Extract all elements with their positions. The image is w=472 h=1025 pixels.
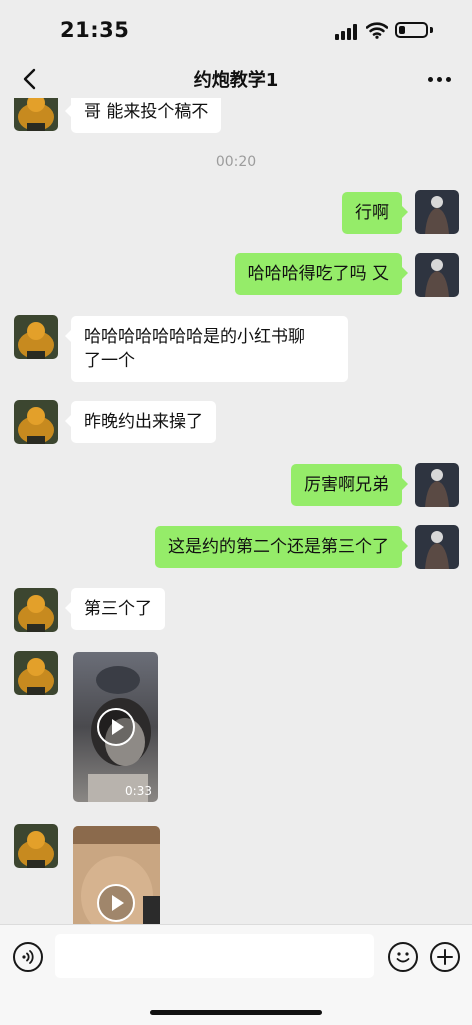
message-bubble-outgoing[interactable]: 这是约的第二个还是第三个了 bbox=[155, 526, 408, 568]
cellular-signal-icon bbox=[335, 24, 359, 40]
chevron-left-icon[interactable] bbox=[18, 66, 44, 92]
avatar-contact[interactable] bbox=[14, 651, 58, 695]
battery-icon bbox=[395, 22, 428, 38]
avatar-self[interactable] bbox=[415, 253, 459, 297]
status-time: 21:35 bbox=[60, 18, 130, 42]
emoji-icon[interactable] bbox=[388, 942, 418, 972]
video-duration: 0:33 bbox=[125, 784, 152, 798]
avatar-contact[interactable] bbox=[14, 98, 58, 131]
chat-title: 约炮教学1 bbox=[193, 70, 279, 91]
status-bar: 21:35 bbox=[0, 0, 472, 60]
home-indicator bbox=[150, 1010, 322, 1015]
wifi-icon bbox=[366, 22, 388, 39]
avatar-self[interactable] bbox=[415, 525, 459, 569]
message-bubble-outgoing[interactable]: 行啊 bbox=[342, 192, 408, 234]
message-list[interactable]: 哥 能来投个稿不 00:20 行啊 哈哈哈得吃了吗 又 哈哈哈哈哈哈哈是的小红书… bbox=[0, 98, 472, 924]
avatar-contact[interactable] bbox=[14, 588, 58, 632]
more-dots-icon[interactable] bbox=[423, 66, 455, 92]
avatar-contact[interactable] bbox=[14, 400, 58, 444]
avatar-self[interactable] bbox=[415, 190, 459, 234]
play-icon[interactable] bbox=[97, 708, 135, 746]
video-message[interactable] bbox=[73, 826, 160, 924]
message-bubble-outgoing[interactable]: 哈哈哈得吃了吗 又 bbox=[234, 253, 409, 295]
message-bubble-incoming[interactable]: 第三个了 bbox=[65, 588, 165, 630]
video-message[interactable]: 0:33 bbox=[73, 652, 158, 802]
chat-timestamp: 00:20 bbox=[215, 154, 257, 170]
avatar-self[interactable] bbox=[415, 463, 459, 507]
battery-tip bbox=[430, 27, 433, 33]
chat-header: 约炮教学1 bbox=[0, 60, 472, 98]
avatar-contact[interactable] bbox=[14, 315, 58, 359]
message-bubble-incoming[interactable]: 昨晚约出来操了 bbox=[65, 401, 216, 443]
message-bubble-incoming[interactable]: 哈哈哈哈哈哈哈是的小红书聊 了一个 bbox=[65, 316, 348, 382]
play-icon[interactable] bbox=[97, 884, 135, 922]
message-input[interactable] bbox=[55, 934, 374, 978]
voice-icon[interactable] bbox=[13, 942, 43, 972]
avatar-contact[interactable] bbox=[14, 824, 58, 868]
plus-icon[interactable] bbox=[430, 942, 460, 972]
message-bubble-incoming[interactable]: 哥 能来投个稿不 bbox=[64, 98, 222, 133]
message-bubble-outgoing[interactable]: 厉害啊兄弟 bbox=[291, 464, 408, 506]
